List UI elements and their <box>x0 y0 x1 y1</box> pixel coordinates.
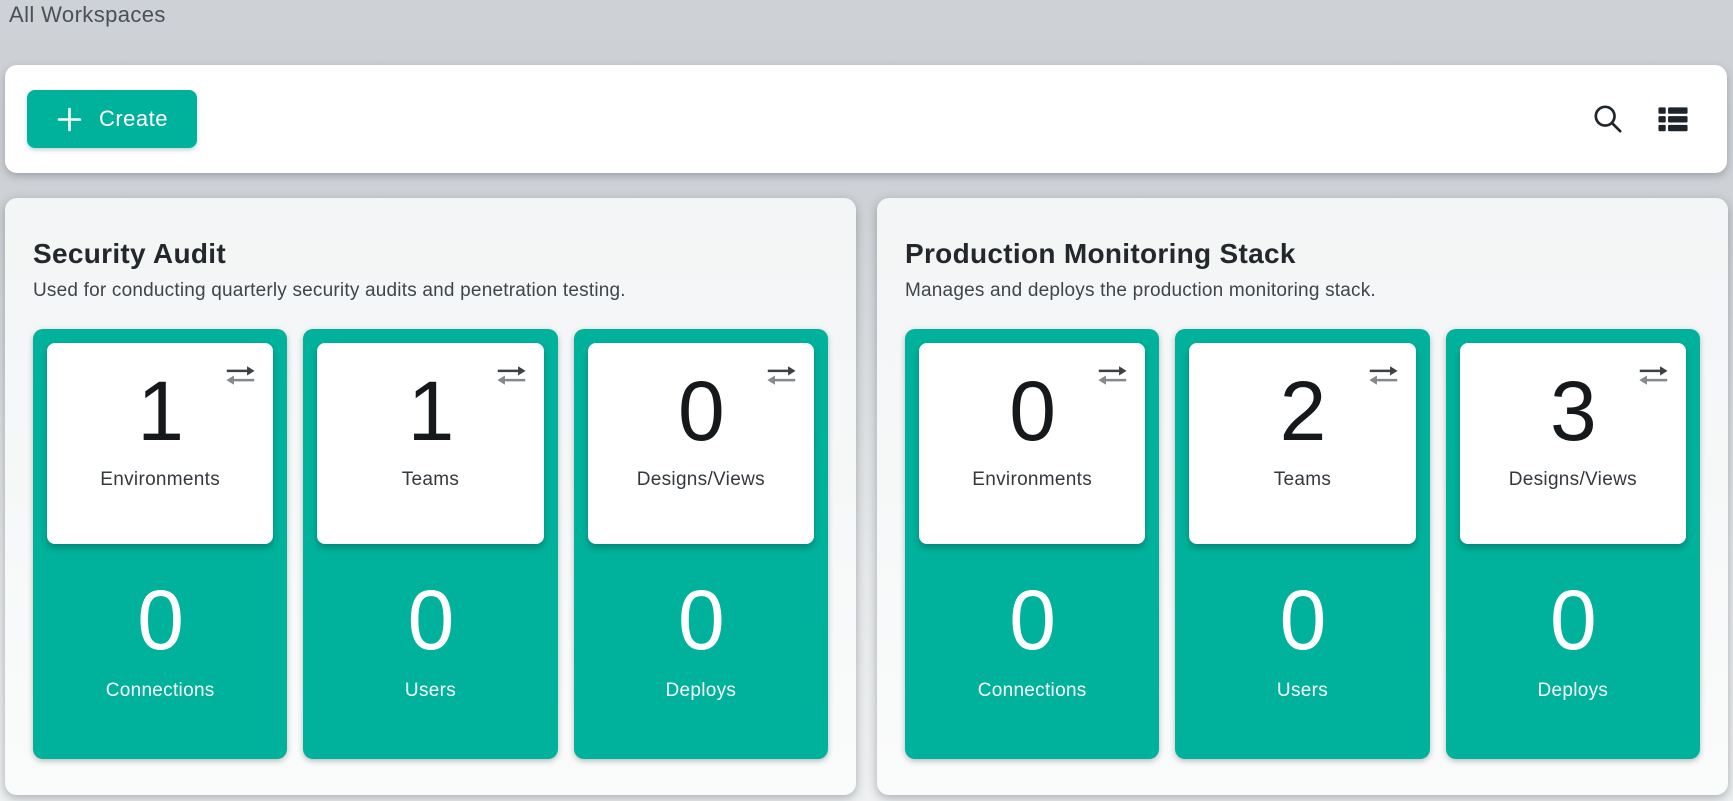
sync-alt-icon[interactable] <box>1097 365 1128 386</box>
sync-alt-icon[interactable] <box>766 365 797 386</box>
stat-count: 0 <box>678 369 724 453</box>
stat-count: 2 <box>1280 369 1326 453</box>
stat-label: Teams <box>1274 469 1331 491</box>
list-view-toggle-button[interactable] <box>1655 103 1691 135</box>
toolbar-icon-group <box>1591 102 1705 136</box>
stat-count: 0 <box>1280 578 1326 662</box>
stat-tile-designs-views[interactable]: 0 Designs/Views 0 Deploys <box>574 329 828 759</box>
stat-label: Designs/Views <box>637 469 765 491</box>
workspace-description: Manages and deploys the production monit… <box>905 280 1700 302</box>
stat-count: 1 <box>408 369 454 453</box>
stat-tiles-row: 0 Environments 0 Connections 2 Teams <box>905 329 1700 759</box>
workspace-title: Security Audit <box>33 238 828 270</box>
search-icon <box>1591 102 1625 136</box>
stat-card-top: 2 Teams <box>1189 343 1415 544</box>
stat-card-bottom: 0 Users <box>1189 544 1415 745</box>
plus-icon <box>56 106 83 133</box>
stat-label: Connections <box>106 680 215 702</box>
stat-tile-environments[interactable]: 0 Environments 0 Connections <box>905 329 1159 759</box>
stat-card-bottom: 0 Deploys <box>588 544 814 745</box>
create-button[interactable]: Create <box>27 90 197 148</box>
stat-label: Users <box>1277 680 1328 702</box>
stat-count: 0 <box>1550 578 1596 662</box>
create-button-label: Create <box>99 106 168 132</box>
stat-tile-designs-views[interactable]: 3 Designs/Views 0 Deploys <box>1446 329 1700 759</box>
sync-alt-icon[interactable] <box>1638 365 1669 386</box>
stat-label: Connections <box>978 680 1087 702</box>
stat-tile-environments[interactable]: 1 Environments 0 Connections <box>33 329 287 759</box>
stat-card-top: 0 Designs/Views <box>588 343 814 544</box>
stat-tile-teams[interactable]: 2 Teams 0 Users <box>1175 329 1429 759</box>
stat-label: Deploys <box>1537 680 1608 702</box>
stat-label: Designs/Views <box>1509 469 1637 491</box>
stat-label: Environments <box>972 469 1092 491</box>
workspace-card-production-monitoring-stack[interactable]: Production Monitoring Stack Manages and … <box>877 198 1728 795</box>
stat-label: Deploys <box>665 680 736 702</box>
workspace-title: Production Monitoring Stack <box>905 238 1700 270</box>
sync-alt-icon[interactable] <box>225 365 256 386</box>
stat-card-top: 1 Teams <box>317 343 543 544</box>
stat-label: Environments <box>100 469 220 491</box>
stat-label: Teams <box>402 469 459 491</box>
stat-count: 0 <box>137 578 183 662</box>
list-view-icon <box>1655 103 1691 135</box>
stat-card-bottom: 0 Connections <box>919 544 1145 745</box>
stat-count: 0 <box>1009 369 1055 453</box>
stat-card-bottom: 0 Deploys <box>1460 544 1686 745</box>
workspaces-grid: Security Audit Used for conducting quart… <box>5 198 1728 795</box>
stat-card-top: 1 Environments <box>47 343 273 544</box>
sync-alt-icon[interactable] <box>496 365 527 386</box>
stat-count: 1 <box>137 369 183 453</box>
sync-alt-icon[interactable] <box>1368 365 1399 386</box>
page-title: All Workspaces <box>9 2 166 28</box>
stat-label: Users <box>405 680 456 702</box>
workspace-toolbar: Create <box>5 65 1727 173</box>
workspace-description: Used for conducting quarterly security a… <box>33 280 828 302</box>
stat-count: 0 <box>1009 578 1055 662</box>
stat-count: 3 <box>1550 369 1596 453</box>
stat-tile-teams[interactable]: 1 Teams 0 Users <box>303 329 557 759</box>
stat-tiles-row: 1 Environments 0 Connections 1 Teams <box>33 329 828 759</box>
stat-count: 0 <box>678 578 724 662</box>
stat-count: 0 <box>408 578 454 662</box>
workspace-card-security-audit[interactable]: Security Audit Used for conducting quart… <box>5 198 856 795</box>
stat-card-top: 0 Environments <box>919 343 1145 544</box>
stat-card-bottom: 0 Connections <box>47 544 273 745</box>
stat-card-bottom: 0 Users <box>317 544 543 745</box>
stat-card-top: 3 Designs/Views <box>1460 343 1686 544</box>
search-button[interactable] <box>1591 102 1625 136</box>
